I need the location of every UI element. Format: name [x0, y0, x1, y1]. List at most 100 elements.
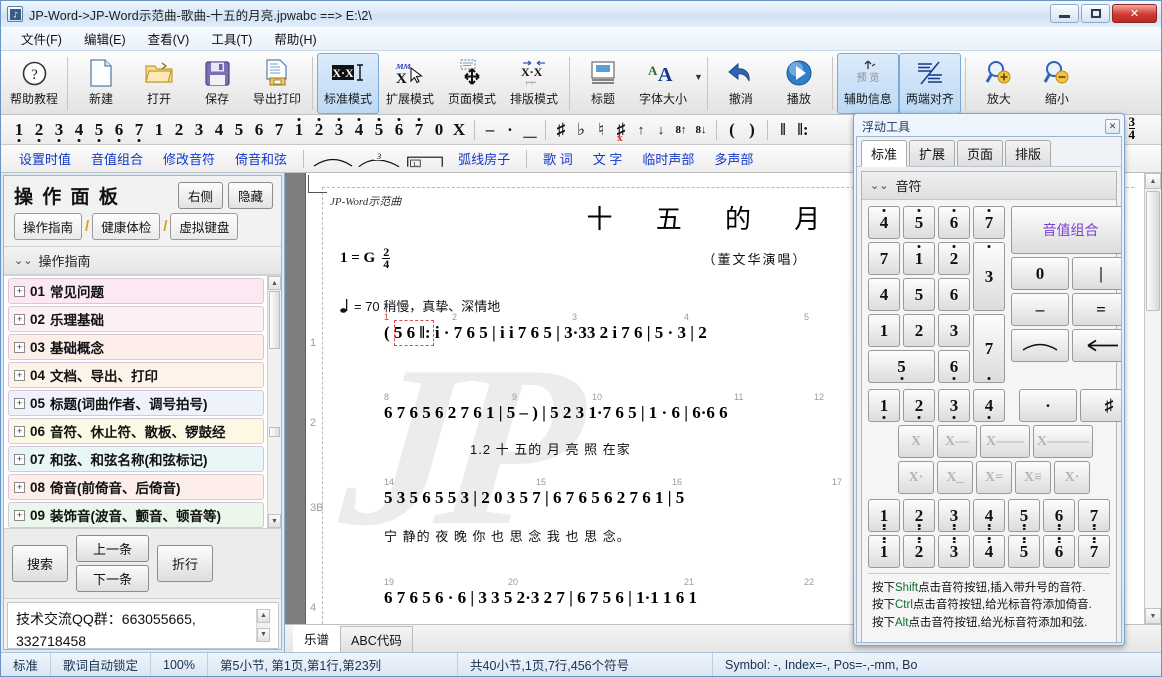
key-high-6[interactable]: 6 [938, 206, 970, 239]
guide-item-05[interactable]: + 05 标题(词曲作者、调号拍号) [8, 390, 264, 416]
duration-dot[interactable]: · [500, 117, 520, 143]
note-mid-5[interactable]: 5 [229, 117, 249, 143]
score-vertical-scrollbar[interactable]: ▲ ▼ [1144, 173, 1161, 624]
scroll-down-icon[interactable]: ▼ [268, 514, 281, 528]
tab-virtual-keyboard[interactable]: 虚拟键盘 [170, 213, 238, 240]
multi-voice-button[interactable]: 多声部 [704, 147, 763, 170]
key-mid-6[interactable]: 6 [938, 278, 970, 311]
time-signature-button[interactable]: 3 4 [1129, 116, 1136, 142]
key-2down-1[interactable]: 1 [868, 499, 900, 532]
note-mid-6[interactable]: 6 [249, 117, 269, 143]
tab-operation-guide[interactable]: 操作指南 [14, 213, 82, 240]
arc-volta-button[interactable]: 弧线房子 [448, 147, 520, 170]
wrap-button[interactable]: 折行 [157, 545, 213, 582]
lyrics-button[interactable]: 歌 词 [533, 147, 583, 170]
info-scrollbar[interactable]: ▲ ▼ [256, 609, 270, 642]
key-rest-x-dash2[interactable]: X—— [980, 425, 1030, 458]
note-low-6[interactable]: 6 [109, 117, 129, 143]
guide-item-09[interactable]: + 09 装饰音(波音、颤音、顿音等) [8, 502, 264, 528]
guide-item-04[interactable]: + 04 文档、导出、打印 [8, 362, 264, 388]
tempo-marking[interactable]: = 70 稍慢，真挚、深情地 [340, 296, 500, 315]
tab-health-check[interactable]: 健康体检 [92, 213, 160, 240]
system-notes[interactable]: 5 3 5 6 5 5 3 | 2 0 3 5 7 | 6 7 6 5 6 2 … [384, 488, 684, 508]
open-button[interactable]: 打开 [130, 53, 188, 114]
guide-item-08[interactable]: + 08 倚音(前倚音、后倚音) [8, 474, 264, 500]
menu-file[interactable]: 文件(F) [11, 26, 72, 51]
paren-open[interactable]: ( [722, 117, 742, 143]
guide-item-02[interactable]: + 02 乐理基础 [8, 306, 264, 332]
key-mid-3[interactable]: 3 [938, 314, 970, 347]
triplet-icon[interactable]: 3 [356, 149, 402, 169]
scrollbar-thumb[interactable] [1146, 191, 1160, 311]
key-sharp[interactable]: ♯ [1080, 389, 1121, 422]
note-x[interactable]: X [449, 117, 469, 143]
key-mid-4[interactable]: 4 [868, 278, 900, 311]
scrollbar-thumb[interactable] [269, 291, 280, 349]
floating-window-title-bar[interactable]: 浮动工具 ✕ [856, 116, 1122, 136]
grace-chord-button[interactable]: 倚音和弦 [225, 147, 297, 170]
volta-bracket-icon[interactable]: 1. [402, 149, 448, 169]
note-mid-3[interactable]: 3 [189, 117, 209, 143]
menu-view[interactable]: 查看(V) [138, 26, 200, 51]
key-rest-x[interactable]: X [898, 425, 934, 458]
key-signature[interactable]: 1 = G 2 4 [340, 247, 390, 271]
key-high-1[interactable]: 1 [903, 242, 935, 275]
key-2up-4[interactable]: 4 [973, 535, 1005, 568]
accidental-remove[interactable]: ♯x [611, 117, 631, 143]
dock-right-button[interactable]: 右侧 [178, 182, 223, 209]
key-2down-3[interactable]: 3 [938, 499, 970, 532]
next-button[interactable]: 下一条 [76, 565, 149, 592]
zoom-out-button[interactable]: 缩小 [1028, 53, 1086, 114]
key-rest-sixteenth[interactable]: X= [976, 461, 1012, 494]
font-size-button[interactable]: AA 字体大小 [632, 53, 694, 114]
key-dash[interactable]: – [1011, 293, 1069, 326]
font-size-dropdown-arrow[interactable]: ▼ [694, 53, 703, 114]
accidental-sharp[interactable]: ♯ [551, 117, 571, 143]
key-slur-icon[interactable] [1011, 329, 1069, 362]
expand-plus-icon[interactable]: + [14, 482, 25, 493]
duration-underline[interactable]: ＿ [520, 117, 540, 143]
slur-icon[interactable] [310, 149, 356, 169]
guide-item-06[interactable]: + 06 音符、休止符、散板、锣鼓经 [8, 418, 264, 444]
set-duration-button[interactable]: 设置时值 [9, 147, 81, 170]
key-double-dash[interactable]: = [1072, 293, 1121, 326]
scroll-up-icon[interactable]: ▲ [257, 609, 270, 623]
key-2down-4[interactable]: 4 [973, 499, 1005, 532]
key-rest-32nd[interactable]: X≡ [1015, 461, 1051, 494]
key-2down-2[interactable]: 2 [903, 499, 935, 532]
key-dot[interactable]: · [1019, 389, 1077, 422]
scroll-up-icon[interactable]: ▲ [268, 276, 281, 290]
save-button[interactable]: 保存 [188, 53, 246, 114]
accidental-natural[interactable]: ♮ [591, 117, 611, 143]
expand-plus-icon[interactable]: + [14, 342, 25, 353]
key-mid-2[interactable]: 2 [903, 314, 935, 347]
aux-info-button[interactable]: 预 览 辅助信息 [837, 53, 899, 114]
barline-repeat[interactable]: ‖: [793, 117, 813, 143]
temp-voice-button[interactable]: 临时声部 [632, 147, 704, 170]
fw-tab-layout[interactable]: 排版 [1005, 140, 1051, 166]
export-print-button[interactable]: 导出打印 [246, 53, 308, 114]
system-notes[interactable]: 6 7 6 5 6 2 7 6 1 | 5 – ) | 5 2 3 1·7 6 … [384, 403, 728, 423]
scrollbar-thumb-2[interactable] [269, 427, 280, 437]
duration-dash[interactable]: – [480, 117, 500, 143]
key-rest-eighth-dotted[interactable]: X· [1054, 461, 1090, 494]
note-high-7[interactable]: 7 [409, 117, 429, 143]
barline-double[interactable]: ‖ [773, 117, 793, 143]
note-low-2[interactable]: 2 [29, 117, 49, 143]
note-high-3[interactable]: 3 [329, 117, 349, 143]
scrollbar-track[interactable] [1145, 189, 1161, 608]
guide-item-07[interactable]: + 07 和弦、和弦名称(和弦标记) [8, 446, 264, 472]
key-low-6[interactable]: 6 [938, 350, 970, 383]
play-button[interactable]: 播放 [770, 53, 828, 114]
note-high-4[interactable]: 4 [349, 117, 369, 143]
note-low-1[interactable]: 1 [9, 117, 29, 143]
layout-mode-button[interactable]: X·X⌐⌐ 排版模式 [503, 53, 565, 114]
octave-up-8va[interactable]: 8↑ [671, 117, 691, 143]
modify-note-button[interactable]: 修改音符 [153, 147, 225, 170]
key-arrow-left-icon[interactable] [1072, 329, 1121, 362]
key-rest-x-dash3[interactable]: X——— [1033, 425, 1093, 458]
title-button[interactable]: 标题 [574, 53, 632, 114]
guide-list-scrollbar[interactable]: ▲ ▼ [267, 276, 281, 528]
note-high-6[interactable]: 6 [389, 117, 409, 143]
key-low-1[interactable]: 1 [868, 389, 900, 422]
